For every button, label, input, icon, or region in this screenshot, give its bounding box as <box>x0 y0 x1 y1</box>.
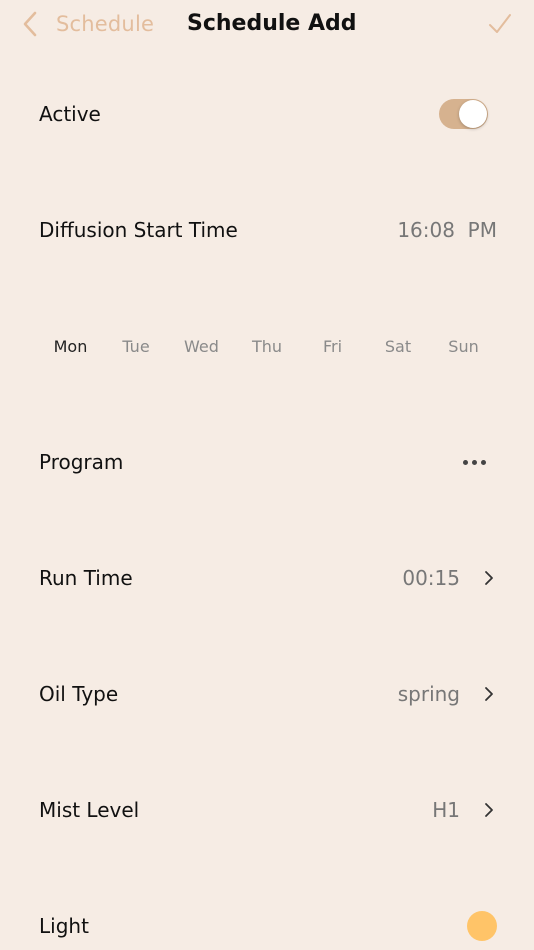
light-label: Light <box>39 914 89 938</box>
start-time-value: 16:08 PM <box>397 218 497 242</box>
oil-type-value: spring <box>397 682 460 706</box>
active-row: Active <box>39 94 496 134</box>
back-label: Schedule <box>56 12 155 36</box>
day-fri[interactable]: Fri <box>300 332 365 362</box>
start-time-row[interactable]: Diffusion Start Time 16:08 PM <box>39 210 497 250</box>
mist-level-value: H1 <box>432 798 460 822</box>
run-time-label: Run Time <box>39 566 133 590</box>
day-tue[interactable]: Tue <box>104 332 169 362</box>
chevron-right-icon <box>485 687 493 701</box>
light-color-swatch[interactable] <box>467 911 497 941</box>
mist-level-row[interactable]: Mist Level H1 <box>39 790 496 830</box>
active-toggle[interactable] <box>439 99 488 129</box>
start-time-label: Diffusion Start Time <box>39 218 238 242</box>
back-button[interactable]: Schedule <box>22 8 154 40</box>
confirm-button[interactable] <box>486 10 514 38</box>
mist-level-label: Mist Level <box>39 798 140 822</box>
day-sun[interactable]: Sun <box>431 332 496 362</box>
more-dots-icon[interactable] <box>459 452 486 472</box>
oil-type-row[interactable]: Oil Type spring <box>39 674 496 714</box>
program-row: Program <box>39 442 496 482</box>
day-sat[interactable]: Sat <box>366 332 431 362</box>
page-title: Schedule Add <box>187 11 357 36</box>
checkmark-icon <box>489 14 511 33</box>
run-time-value: 00:15 <box>402 566 460 590</box>
chevron-left-icon <box>23 11 37 37</box>
run-time-row[interactable]: Run Time 00:15 <box>39 558 496 598</box>
light-row: Light <box>39 906 497 946</box>
weekday-selector: Mon Tue Wed Thu Fri Sat Sun <box>38 332 496 362</box>
oil-type-label: Oil Type <box>39 682 119 706</box>
day-wed[interactable]: Wed <box>169 332 234 362</box>
day-thu[interactable]: Thu <box>235 332 300 362</box>
chevron-right-icon <box>485 571 493 585</box>
active-label: Active <box>39 102 101 126</box>
toggle-knob <box>459 100 487 128</box>
program-label: Program <box>39 450 124 474</box>
nav-bar: Schedule Schedule Add <box>0 0 534 48</box>
chevron-right-icon <box>485 803 493 817</box>
day-mon[interactable]: Mon <box>38 332 103 362</box>
